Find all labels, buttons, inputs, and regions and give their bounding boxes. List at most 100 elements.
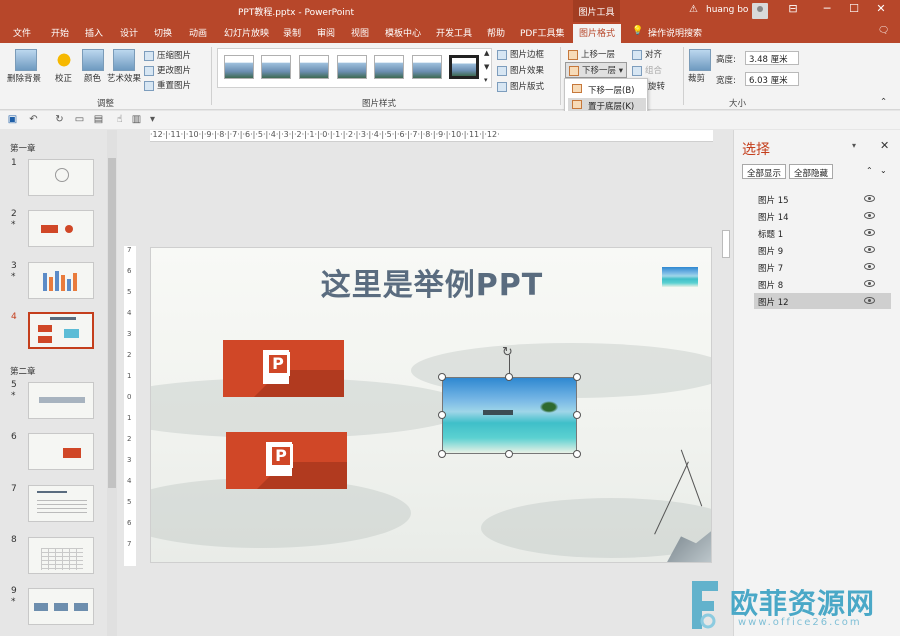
pane-options-icon[interactable]: ▾ [852, 141, 856, 150]
correct-button[interactable]: 校正 [55, 72, 72, 84]
style-option[interactable] [337, 55, 367, 79]
menu-item-send-backward[interactable]: 下移一层(B) [568, 82, 646, 96]
resize-handle[interactable] [438, 411, 446, 419]
slide-thumbnail[interactable] [28, 210, 94, 247]
eye-icon[interactable] [864, 195, 875, 202]
group-button[interactable]: 组合 [632, 64, 662, 76]
powerpoint-icon-picture[interactable]: P [226, 432, 347, 489]
menu-item-send-to-back[interactable]: 置于底层(K) [568, 98, 646, 112]
resize-handle[interactable] [505, 373, 513, 381]
scrollbar-thumb[interactable] [722, 230, 730, 258]
start-slideshow-icon[interactable]: ▭ [74, 114, 85, 125]
slide-thumbnail[interactable] [28, 433, 94, 470]
section-header[interactable]: 第一章 [10, 142, 36, 154]
collapse-ribbon-icon[interactable]: ⌃ [880, 97, 887, 107]
remove-background-icon[interactable] [15, 49, 37, 71]
eye-icon[interactable] [864, 229, 875, 236]
slide-thumbnail[interactable] [28, 262, 94, 299]
style-option[interactable] [412, 55, 442, 79]
pane-item[interactable]: 图片 15 [754, 191, 891, 207]
pane-item-selected[interactable]: 图片 12 [754, 293, 891, 309]
close-button[interactable]: ✕ [872, 2, 890, 20]
crop-button[interactable]: 裁剪 [688, 72, 705, 84]
eye-icon[interactable] [864, 297, 875, 304]
reset-picture-button[interactable]: 重置图片 [144, 79, 191, 91]
eye-icon[interactable] [864, 246, 875, 253]
resize-handle[interactable] [573, 450, 581, 458]
change-picture-button[interactable]: 更改图片 [144, 64, 191, 76]
color-icon[interactable] [82, 49, 104, 71]
pane-item[interactable]: 图片 8 [754, 276, 891, 292]
picture-border-button[interactable]: 图片边框 [497, 48, 544, 60]
resize-handle[interactable] [573, 411, 581, 419]
tab-slideshow[interactable]: 幻灯片放映 [224, 26, 269, 39]
tab-design[interactable]: 设计 [120, 26, 138, 39]
style-option[interactable] [261, 55, 291, 79]
height-input[interactable]: 3.48 厘米 [745, 51, 799, 65]
correct-icon[interactable] [53, 49, 75, 71]
eye-icon[interactable] [864, 280, 875, 287]
avatar[interactable] [752, 3, 768, 19]
gallery-scroll-up-icon[interactable]: ▲ [484, 49, 489, 57]
art-effects-icon[interactable] [113, 49, 135, 71]
warning-icon[interactable]: ⚠ [689, 4, 698, 15]
tab-view[interactable]: 视图 [351, 26, 369, 39]
tab-insert[interactable]: 插入 [85, 26, 103, 39]
slide-thumbnail-selected[interactable] [28, 312, 94, 349]
comments-icon[interactable]: 🗨 [878, 26, 889, 36]
tab-review[interactable]: 审阅 [317, 26, 335, 39]
scrollbar-thumb[interactable] [108, 158, 116, 488]
send-backward-button[interactable]: 下移一层 ▾ [565, 62, 627, 78]
compress-pictures-button[interactable]: 压缩图片 [144, 49, 191, 61]
width-input[interactable]: 6.03 厘米 [745, 72, 799, 86]
pane-item[interactable]: 图片 9 [754, 242, 891, 258]
slide-canvas[interactable]: 这里是举例PPT P P ↻ [150, 247, 712, 563]
style-option[interactable] [299, 55, 329, 79]
gallery-scroll-down-icon[interactable]: ▼ [484, 63, 489, 71]
minimize-button[interactable]: ─ [818, 2, 836, 20]
resize-handle[interactable] [438, 450, 446, 458]
bring-forward-arrow-icon[interactable]: ⌃ [866, 166, 873, 175]
style-option[interactable] [374, 55, 404, 79]
art-effects-button[interactable]: 艺术效果 [107, 72, 141, 84]
customize-toolbar-icon[interactable]: ▾ [147, 114, 158, 125]
picture-layout-button[interactable]: 图片版式 [497, 80, 544, 92]
slide-thumbnail[interactable] [28, 588, 94, 625]
thumbnails-scrollbar[interactable] [107, 130, 117, 636]
slide-thumbnail[interactable] [28, 159, 94, 196]
tab-file[interactable]: 文件 [13, 26, 31, 39]
remove-background-button[interactable]: 删除背景 [7, 72, 41, 84]
pane-item[interactable]: 图片 14 [754, 208, 891, 224]
crop-icon[interactable] [689, 49, 711, 71]
eye-icon[interactable] [864, 212, 875, 219]
section-header[interactable]: 第二章 [10, 365, 36, 377]
tab-record[interactable]: 录制 [283, 26, 301, 39]
show-all-button[interactable]: 全部显示 [742, 164, 787, 179]
bring-forward-button[interactable]: 上移一层 [568, 48, 615, 60]
pane-item[interactable]: 标题 1 [754, 225, 891, 241]
tab-picture-format[interactable]: 图片格式 [573, 24, 622, 43]
align-button[interactable]: 对齐 [632, 48, 662, 60]
screenshot-icon[interactable]: ▤ [93, 114, 104, 125]
gallery-more-icon[interactable]: ▾ [484, 76, 488, 84]
tab-animations[interactable]: 动画 [189, 26, 207, 39]
small-beach-picture[interactable] [662, 267, 698, 287]
slide-thumbnail[interactable] [28, 382, 94, 419]
resize-handle[interactable] [505, 450, 513, 458]
pane-close-icon[interactable]: ✕ [880, 139, 889, 152]
save-icon[interactable]: ▣ [7, 114, 18, 125]
eye-icon[interactable] [864, 263, 875, 270]
slide-thumbnail[interactable] [28, 537, 94, 574]
picture-effects-button[interactable]: 图片效果 [497, 64, 544, 76]
redo-icon[interactable]: ↻ [54, 114, 65, 125]
send-backward-arrow-icon[interactable]: ⌄ [880, 166, 887, 175]
tab-help[interactable]: 帮助 [487, 26, 505, 39]
slide-thumbnail[interactable] [28, 485, 94, 522]
pane-item[interactable]: 图片 7 [754, 259, 891, 275]
user-name[interactable]: huang bo [706, 5, 748, 15]
tab-home[interactable]: 开始 [51, 26, 69, 39]
undo-icon[interactable]: ↶ [28, 114, 39, 125]
ribbon-display-icon[interactable]: ⊟ [784, 2, 802, 20]
tab-template-center[interactable]: 模板中心 [385, 26, 421, 39]
tab-pdf-tools[interactable]: PDF工具集 [520, 26, 565, 39]
